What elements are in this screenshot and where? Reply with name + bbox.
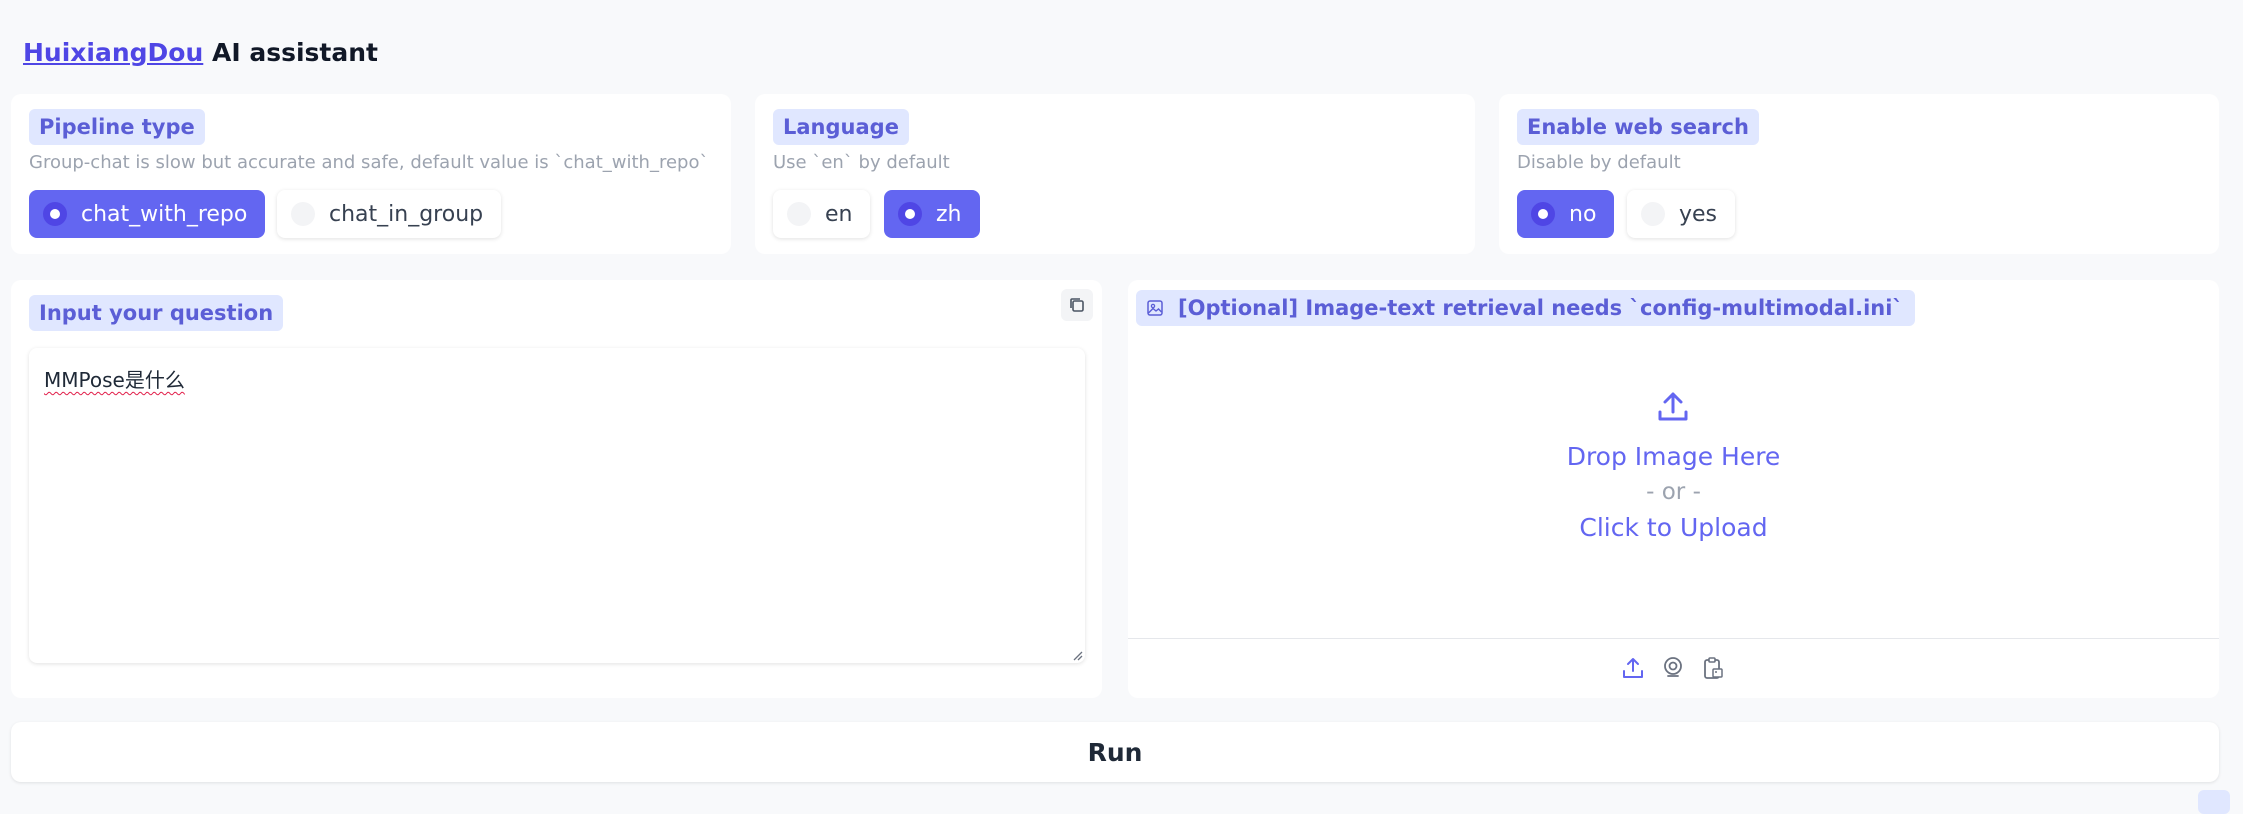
radio-label: chat_in_group	[329, 201, 484, 227]
language-card: Language Use `en` by default en zh	[755, 94, 1475, 254]
radio-label: zh	[936, 201, 962, 227]
image-upload-label-text: [Optional] Image-text retrieval needs `c…	[1178, 296, 1903, 320]
language-label: Language	[773, 109, 909, 145]
radio-zh[interactable]: zh	[884, 190, 980, 238]
huixiangdou-link[interactable]: HuixiangDou	[23, 38, 203, 67]
question-label: Input your question	[29, 295, 284, 331]
clipboard-icon[interactable]	[1701, 656, 1725, 680]
scroll-corner-button[interactable]	[2198, 790, 2230, 814]
divider	[1128, 638, 2219, 639]
radio-en[interactable]: en	[773, 190, 871, 238]
image-upload-area[interactable]: [Optional] Image-text retrieval needs `c…	[1128, 280, 2219, 698]
pipeline-type-card: Pipeline type Group-chat is slow but acc…	[11, 94, 731, 254]
image-upload-label: [Optional] Image-text retrieval needs `c…	[1136, 290, 1915, 326]
radio-chat-with-repo[interactable]: chat_with_repo	[29, 190, 266, 238]
radio-dot	[898, 202, 922, 226]
question-text[interactable]: MMPose是什么	[44, 364, 185, 393]
run-button[interactable]: Run	[11, 722, 2219, 782]
radio-label: yes	[1679, 201, 1718, 227]
copy-button[interactable]	[1061, 289, 1093, 321]
radio-chat-in-group[interactable]: chat_in_group	[277, 190, 502, 238]
upload-icon	[1658, 392, 1688, 421]
language-description: Use `en` by default	[773, 152, 950, 173]
app-title-suffix: AI assistant	[203, 38, 378, 67]
radio-dot	[43, 202, 67, 226]
copy-icon	[1070, 298, 1084, 312]
drop-image-text: Drop Image Here	[1566, 442, 1781, 471]
radio-label: no	[1569, 201, 1597, 227]
click-to-upload-text[interactable]: Click to Upload	[1128, 513, 2219, 542]
upload-source-icon[interactable]	[1621, 656, 1645, 680]
radio-dot	[291, 202, 315, 226]
resize-handle-icon[interactable]	[1071, 649, 1083, 661]
radio-dot	[1531, 202, 1555, 226]
radio-dot	[787, 202, 811, 226]
web-search-label: Enable web search	[1517, 109, 1759, 145]
webcam-icon[interactable]	[1661, 656, 1685, 680]
app-title: HuixiangDou AI assistant	[23, 38, 378, 67]
radio-label: en	[825, 201, 853, 227]
web-search-description: Disable by default	[1517, 152, 1681, 173]
pipeline-type-label: Pipeline type	[29, 109, 205, 145]
web-search-card: Enable web search Disable by default no …	[1499, 94, 2219, 254]
run-button-label: Run	[1087, 737, 1143, 767]
image-icon	[1147, 300, 1163, 316]
question-input[interactable]: MMPose是什么	[29, 348, 1085, 663]
radio-label: chat_with_repo	[81, 201, 248, 227]
radio-no[interactable]: no	[1517, 190, 1615, 238]
or-text: - or -	[1646, 479, 1701, 505]
radio-dot	[1641, 202, 1665, 226]
pipeline-type-description: Group-chat is slow but accurate and safe…	[29, 152, 709, 173]
radio-yes[interactable]: yes	[1627, 190, 1736, 238]
